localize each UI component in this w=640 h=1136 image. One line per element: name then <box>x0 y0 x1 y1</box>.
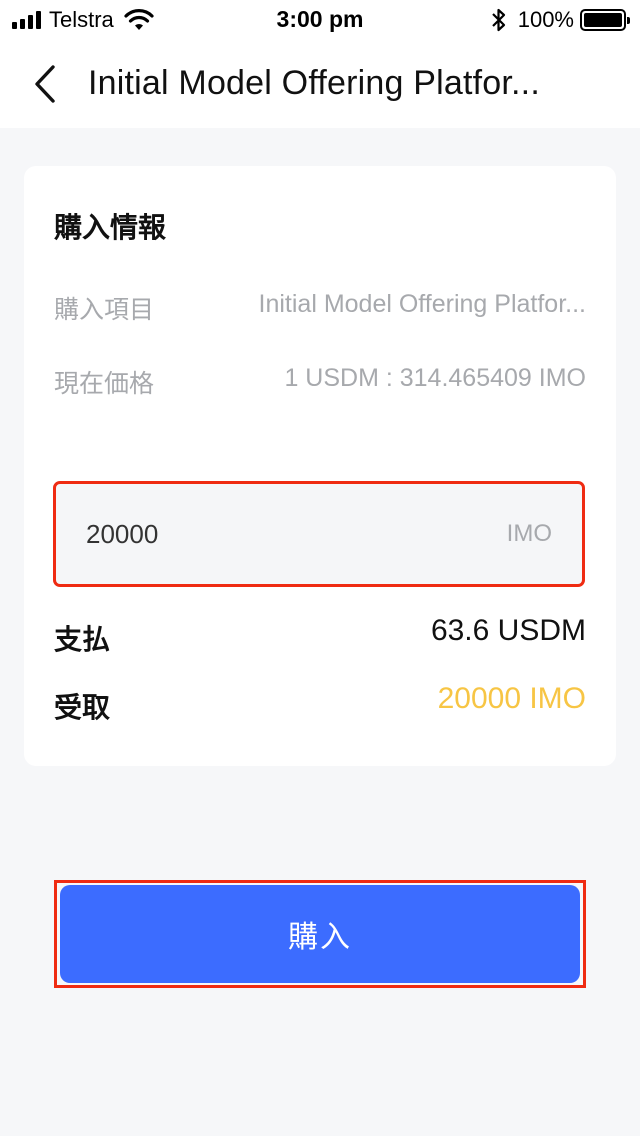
payment-row: 支払 63.6 USDM <box>54 614 586 658</box>
receive-row: 受取 20000 IMO <box>54 682 586 726</box>
purchase-item-value: Initial Model Offering Platfor... <box>258 290 586 318</box>
payment-value: 63.6 USDM <box>430 614 586 647</box>
amount-field[interactable]: IMO <box>53 481 585 587</box>
battery-percent: 100% <box>517 7 574 32</box>
purchase-item-label: 購入項目 <box>54 296 155 324</box>
buy-button[interactable]: 購入 <box>60 885 580 983</box>
status-bar: Telstra 3:00 pm 100% <box>0 0 640 40</box>
current-price-label: 現在価格 <box>54 370 155 398</box>
page-title: Initial Model Offering Platfor... <box>88 64 540 102</box>
amount-input[interactable] <box>86 518 386 550</box>
status-right: 100% <box>490 7 630 33</box>
battery-icon <box>580 9 630 31</box>
purchase-item-row: 購入項目 Initial Model Offering Platfor... <box>54 290 586 330</box>
payment-label: 支払 <box>54 624 111 655</box>
receive-value: 20000 IMO <box>437 682 586 715</box>
card-title: 購入情報 <box>54 212 167 243</box>
current-price-row: 現在価格 1 USDM : 314.465409 IMO <box>54 364 586 404</box>
screen: Telstra 3:00 pm 100% Initial Model Offer… <box>0 0 640 1136</box>
bluetooth-icon <box>491 8 505 32</box>
current-price-value: 1 USDM : 314.465409 IMO <box>284 364 586 392</box>
receive-label: 受取 <box>54 692 111 723</box>
nav-bar: Initial Model Offering Platfor... <box>0 40 640 128</box>
chevron-left-icon <box>35 65 55 103</box>
purchase-info-card: 購入情報 購入項目 Initial Model Offering Platfor… <box>24 166 616 766</box>
amount-unit: IMO <box>506 520 552 547</box>
back-button[interactable] <box>22 60 66 108</box>
